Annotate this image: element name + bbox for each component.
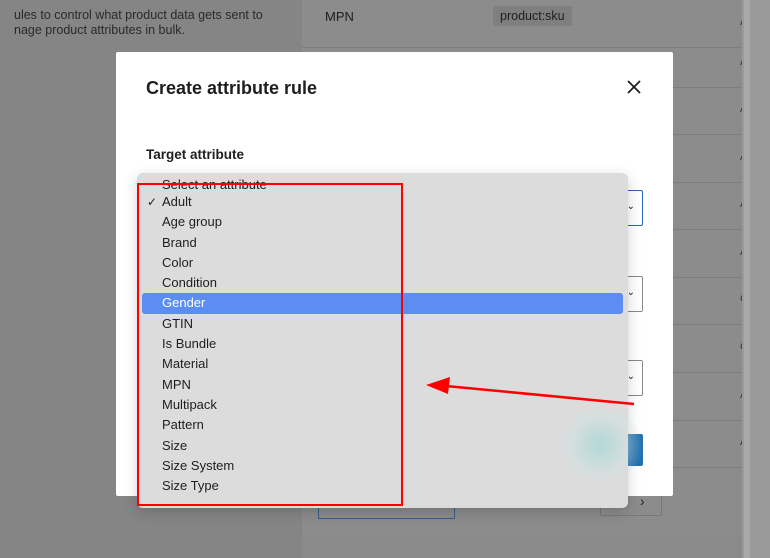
annotation-arrow-line: [445, 384, 635, 406]
annotation-arrow-head: [426, 377, 450, 394]
annotation-arrow: [426, 377, 635, 406]
